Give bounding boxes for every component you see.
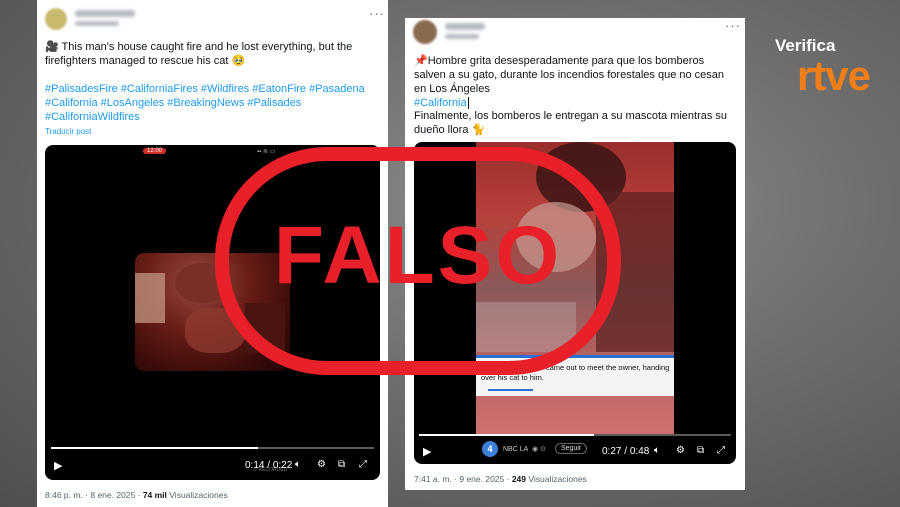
pip-icon[interactable]: ⧉ <box>697 445 704 456</box>
volume-icon[interactable]: 🔈︎ <box>654 445 660 456</box>
tweet1-author-name-blurred[interactable] <box>75 10 135 17</box>
tweet1-timestamp[interactable]: 8:46 p. m. · 8 ene. 2025 · <box>45 490 143 500</box>
tweet2-author-name-blurred[interactable] <box>445 23 485 30</box>
channel-avatar[interactable]: 4 <box>482 441 498 457</box>
tweet1-handle-blurred <box>75 21 119 26</box>
tweet1-meta: 8:46 p. m. · 8 ene. 2025 · 74 mil Visual… <box>45 490 228 500</box>
fullscreen-icon[interactable]: ⤢ <box>359 459 367 470</box>
fullscreen-icon[interactable]: ⤢ <box>717 445 725 456</box>
brand-rtve: rtve <box>796 52 871 99</box>
tweet2-avatar[interactable] <box>413 20 437 44</box>
falso-stamp: FALSO <box>214 146 622 376</box>
tweet2-text: 📌Hombre grita desesperadamente para que … <box>414 55 725 109</box>
play-icon[interactable]: ▶ <box>423 445 431 458</box>
falso-stamp-label: FALSO <box>274 210 562 301</box>
settings-icon[interactable]: ⚙ <box>317 459 326 470</box>
tweet2-timestamp[interactable]: 7:41 a. m. · 9 ene. 2025 · <box>414 474 512 484</box>
verifica-rtve-logo: Verifica rtve <box>775 36 871 99</box>
video-time: 0:14 / 0:22 <box>245 460 293 471</box>
play-icon[interactable]: ▶ <box>54 459 62 472</box>
translate-post-link[interactable]: Traducir post <box>45 127 91 136</box>
more-icon[interactable]: ··· <box>725 18 741 33</box>
video-time: 0:27 / 0:48 <box>602 446 650 457</box>
tweet1-views-label: Visualizaciones <box>166 490 228 500</box>
more-icon[interactable]: ··· <box>369 6 385 21</box>
settings-icon[interactable]: ⚙ <box>676 445 685 456</box>
channel-name[interactable]: NBC LA <box>503 446 528 453</box>
tweet1-text: 🎥 This man's house caught fire and he lo… <box>45 41 353 67</box>
tweet2-hashtag[interactable]: #California <box>414 97 467 109</box>
tweet1-views-count: 74 mil <box>142 490 167 500</box>
tweet2-views-label: Visualizaciones <box>526 474 587 484</box>
follow-button[interactable]: Seguir <box>555 443 588 454</box>
verified-icon: ◉ ⊙ <box>532 446 546 453</box>
tweet2-text-2: Finalmente, los bomberos le entregan a s… <box>414 110 728 136</box>
tweet2-meta: 7:41 a. m. · 9 ene. 2025 · 249 Visualiza… <box>414 474 587 484</box>
tweet2-views-count: 249 <box>511 474 526 484</box>
video-progress-bar[interactable] <box>51 447 374 449</box>
tweet2-handle-blurred <box>445 34 479 39</box>
video-status-time: 12:00 <box>143 148 167 154</box>
video-progress-bar[interactable] <box>419 434 731 436</box>
pip-icon[interactable]: ⧉ <box>338 459 345 470</box>
tweet1-hashtags[interactable]: #PalisadesFire #CaliforniaFires #Wildfir… <box>45 82 373 124</box>
tweet1-avatar[interactable] <box>45 8 67 30</box>
volume-icon[interactable]: 🔈︎ <box>295 459 301 470</box>
